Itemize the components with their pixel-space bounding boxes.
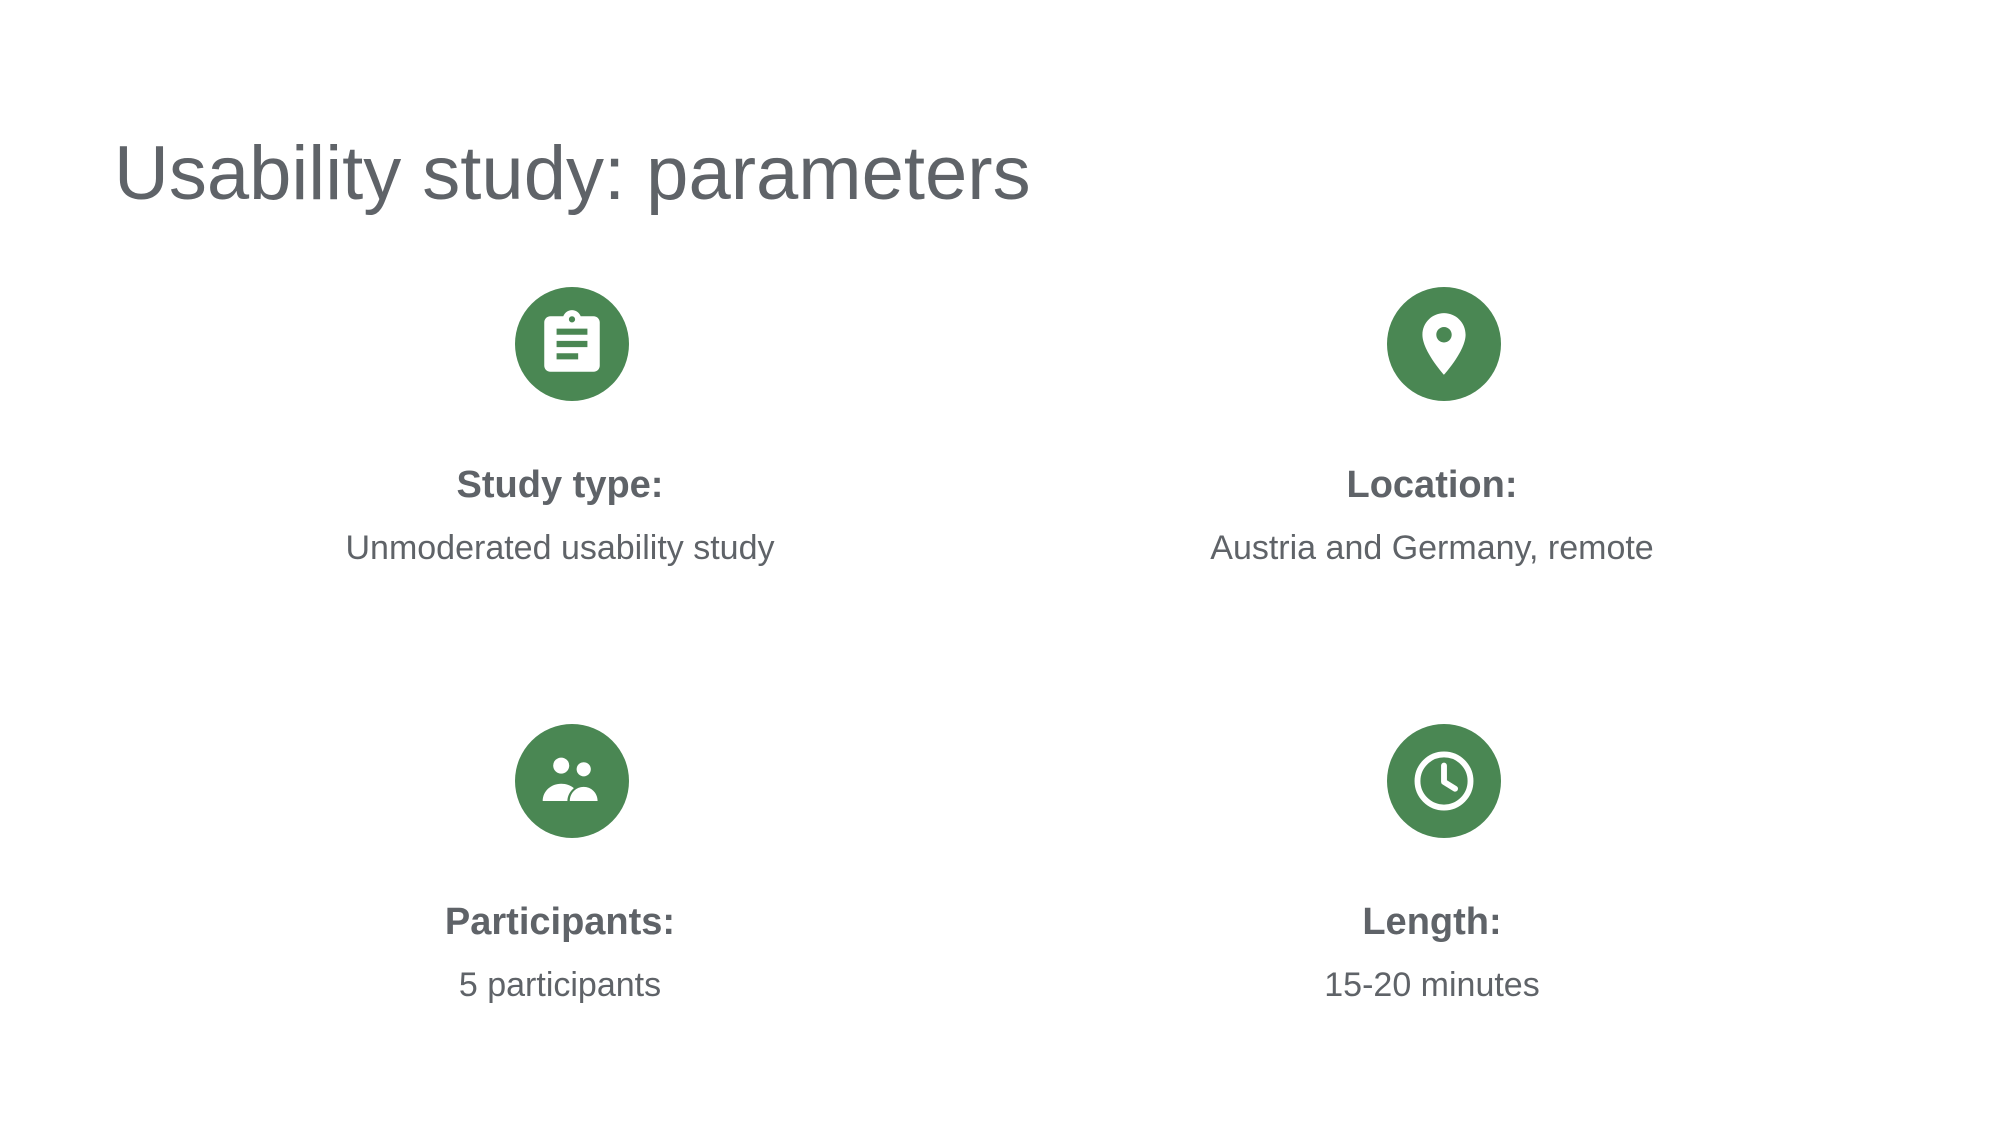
parameter-length: Length: 15-20 minutes (1082, 0, 1782, 1125)
parameter-label: Participants: (444, 901, 676, 943)
parameter-value: 15-20 minutes (1324, 966, 1540, 1004)
clock-icon (1387, 724, 1501, 838)
parameter-value: 5 participants (458, 966, 662, 1004)
parameter-participants: Participants: 5 participants (210, 0, 910, 1125)
parameter-label: Length: (1362, 901, 1502, 943)
people-icon (515, 724, 629, 838)
